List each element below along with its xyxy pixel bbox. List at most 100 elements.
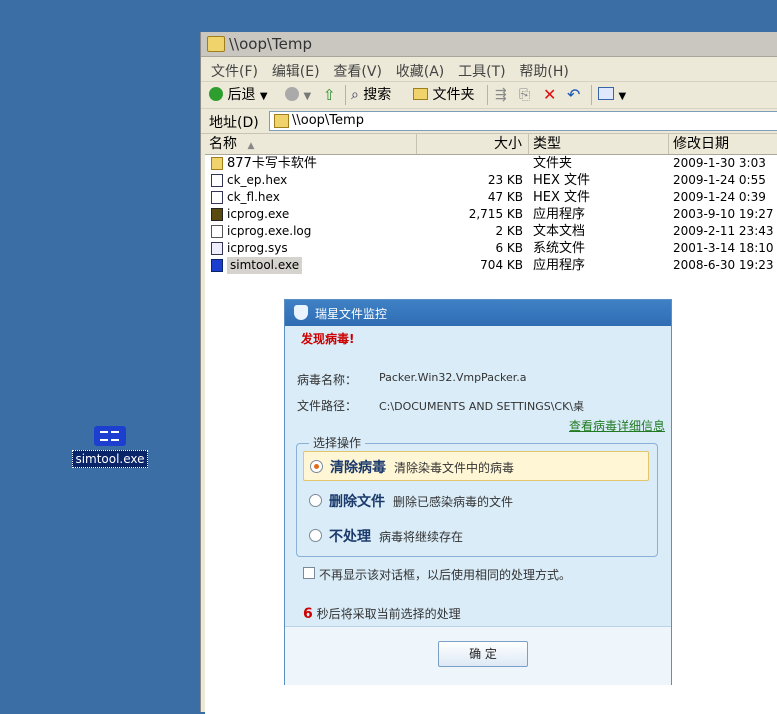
- copy-to-icon[interactable]: ⎘: [519, 86, 530, 104]
- file-name: icprog.sys: [227, 241, 288, 255]
- menu-tools[interactable]: 工具(T): [458, 61, 505, 81]
- menu-bar: 文件(F) 编辑(E) 查看(V) 收藏(A) 工具(T) 帮助(H): [201, 57, 777, 82]
- search-button[interactable]: ⌕ 搜索: [351, 86, 391, 104]
- dont-show-again-label: 不再显示该对话框，以后使用相同的处理方式。: [319, 568, 572, 582]
- back-label: 后退: [227, 87, 256, 103]
- text-document-icon: [211, 225, 223, 238]
- countdown-message: 秒后将采取当前选择的处理: [312, 607, 461, 621]
- address-value: \\oop\Temp: [292, 113, 364, 128]
- file-row[interactable]: 877卡写卡软件 文件夹 2009-1-30 3:03: [205, 155, 777, 172]
- file-row-selected[interactable]: simtool.exe 704 KB 应用程序 2008-6-30 19:23: [205, 257, 777, 274]
- virus-name-label: 病毒名称：: [297, 373, 358, 387]
- toolbar: 后退 ▼ ▼ ⇧ ⌕ 搜索 文件夹 ⇶ ⎘ ✕ ↶ ▼: [201, 82, 777, 109]
- column-size[interactable]: 大小: [417, 134, 529, 154]
- column-headers: 名称 ▲ 大小 类型 修改日期: [205, 134, 777, 155]
- desktop-icon-label: simtool.exe: [72, 450, 148, 468]
- action-group-title: 选择操作: [309, 434, 366, 451]
- hex-file-icon: [211, 191, 223, 204]
- search-icon: ⌕: [351, 87, 359, 103]
- menu-file[interactable]: 文件(F): [211, 61, 258, 81]
- delete-icon[interactable]: ✕: [543, 86, 556, 104]
- radio-unselected[interactable]: [309, 494, 322, 507]
- chip-icon: [211, 208, 223, 221]
- option-delete-file[interactable]: 删除文件 删除已感染病毒的文件: [303, 486, 647, 514]
- option-title: 删除文件: [329, 494, 385, 510]
- file-row[interactable]: icprog.exe.log 2 KB 文本文档 2009-2-11 23:43: [205, 223, 777, 240]
- column-name-label: 名称: [209, 136, 237, 152]
- folder-icon: [413, 88, 428, 100]
- file-type: HEX 文件: [533, 173, 591, 188]
- file-date: 2001-3-14 18:10: [673, 241, 774, 255]
- desktop-icon-simtool[interactable]: simtool.exe: [72, 422, 148, 468]
- option-desc: 清除染毒文件中的病毒: [394, 461, 515, 475]
- menu-view[interactable]: 查看(V): [333, 61, 382, 81]
- option-ignore[interactable]: 不处理 病毒将继续存在: [303, 521, 647, 549]
- file-row[interactable]: ck_ep.hex 23 KB HEX 文件 2009-1-24 0:55: [205, 172, 777, 189]
- file-name: simtool.exe: [227, 257, 303, 274]
- countdown-number: 6: [303, 606, 313, 622]
- address-label: 地址(D): [209, 115, 259, 131]
- file-path-value: C:\DOCUMENTS AND SETTINGS\CK\桌: [379, 400, 585, 413]
- option-title: 清除病毒: [330, 460, 386, 476]
- file-type: 应用程序: [533, 258, 586, 273]
- folder-icon: [211, 157, 223, 170]
- file-path-label: 文件路径：: [297, 399, 358, 413]
- column-date[interactable]: 修改日期: [669, 134, 777, 154]
- address-input[interactable]: \\oop\Temp: [269, 111, 777, 131]
- title-bar[interactable]: \\oop\Temp: [201, 32, 777, 57]
- back-button[interactable]: 后退 ▼: [209, 86, 268, 104]
- move-to-icon[interactable]: ⇶: [495, 86, 507, 104]
- sort-ascending-icon: ▲: [247, 141, 255, 151]
- file-date: 2003-9-10 19:27: [673, 207, 774, 221]
- file-size: 2 KB: [495, 224, 523, 238]
- ok-button[interactable]: 确 定: [438, 641, 528, 667]
- address-bar: 地址(D) \\oop\Temp: [201, 109, 777, 134]
- executable-icon: [94, 426, 126, 446]
- menu-favorites[interactable]: 收藏(A): [396, 61, 445, 81]
- file-type: 文本文档: [533, 224, 586, 239]
- folders-label: 文件夹: [432, 87, 475, 103]
- toolbar-separator: [345, 85, 346, 105]
- file-name: 877卡写卡软件: [227, 156, 317, 171]
- file-row[interactable]: icprog.sys 6 KB 系统文件 2001-3-14 18:10: [205, 240, 777, 257]
- forward-arrow-icon: [285, 87, 299, 101]
- toolbar-separator: [487, 85, 488, 105]
- file-size: 704 KB: [480, 258, 523, 272]
- file-type: 应用程序: [533, 207, 586, 222]
- checkbox[interactable]: [303, 567, 315, 579]
- file-date: 2008-6-30 19:23: [673, 258, 774, 272]
- forward-button[interactable]: ▼: [285, 86, 311, 104]
- folder-icon: [274, 114, 289, 128]
- folders-button[interactable]: 文件夹: [413, 86, 474, 104]
- option-desc: 删除已感染病毒的文件: [393, 495, 514, 509]
- action-group: 清除病毒 清除染毒文件中的病毒 删除文件 删除已感染病毒的文件 不处理 病毒将继…: [296, 443, 658, 557]
- column-type[interactable]: 类型: [529, 134, 669, 154]
- option-clean-virus[interactable]: 清除病毒 清除染毒文件中的病毒: [303, 451, 649, 481]
- undo-icon[interactable]: ↶: [567, 86, 580, 104]
- radio-selected[interactable]: [310, 460, 323, 473]
- up-folder-icon[interactable]: ⇧: [323, 86, 336, 104]
- option-desc: 病毒将继续存在: [379, 530, 464, 544]
- virus-found-alert: 发现病毒!: [301, 332, 355, 346]
- dialog-title-bar[interactable]: 瑞星文件监控: [285, 300, 671, 326]
- radio-unselected[interactable]: [309, 529, 322, 542]
- window-title: \\oop\Temp: [229, 35, 313, 53]
- search-label: 搜索: [363, 87, 392, 103]
- virus-details-link[interactable]: 查看病毒详细信息: [569, 417, 665, 434]
- menu-help[interactable]: 帮助(H): [519, 61, 568, 81]
- shield-icon: [294, 305, 308, 320]
- hex-file-icon: [211, 174, 223, 187]
- back-arrow-icon: [209, 87, 223, 101]
- file-row[interactable]: ck_fl.hex 47 KB HEX 文件 2009-1-24 0:39: [205, 189, 777, 206]
- file-name: ck_ep.hex: [227, 173, 288, 187]
- menu-edit[interactable]: 编辑(E): [272, 61, 320, 81]
- views-button[interactable]: ▼: [598, 86, 626, 104]
- file-date: 2009-1-24 0:39: [673, 190, 766, 204]
- column-name[interactable]: 名称 ▲: [205, 134, 417, 154]
- system-file-icon: [211, 242, 223, 255]
- option-title: 不处理: [329, 529, 371, 545]
- file-size: 2,715 KB: [468, 207, 523, 221]
- file-row[interactable]: icprog.exe 2,715 KB 应用程序 2003-9-10 19:27: [205, 206, 777, 223]
- file-size: 23 KB: [487, 173, 523, 187]
- file-name: icprog.exe: [227, 207, 290, 221]
